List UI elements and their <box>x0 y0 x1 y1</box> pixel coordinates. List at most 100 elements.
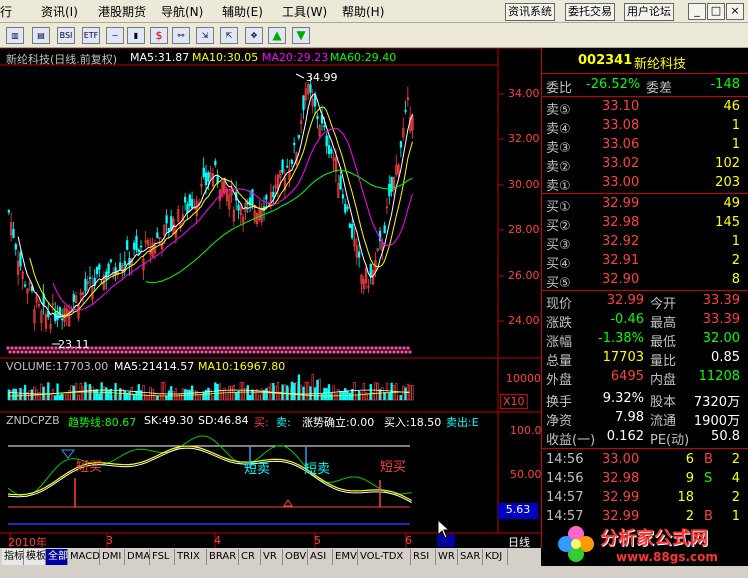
menu-item-info[interactable]: 资讯(I) <box>41 3 78 20</box>
indicator-tab[interactable]: RSI <box>411 549 436 565</box>
signal-dot <box>50 346 54 350</box>
indicator-tab[interactable]: KDJ <box>483 549 508 565</box>
signal-dot <box>406 346 410 350</box>
import-icon[interactable]: ⇲ <box>196 27 214 44</box>
signal-dot <box>128 350 132 354</box>
menu-item-help[interactable]: 帮助(H) <box>342 3 384 20</box>
volume-bar <box>49 394 52 401</box>
buy-level-label: 买④ <box>546 257 571 272</box>
indicator-tab[interactable]: VOL-TDX <box>358 549 411 565</box>
indicator-tab[interactable]: CR <box>239 549 261 565</box>
candle-body <box>207 172 210 182</box>
candle-body <box>316 116 319 120</box>
bar-icon[interactable]: ▮ <box>127 27 145 44</box>
candle-body <box>12 229 15 238</box>
indicator-tab[interactable]: WR <box>436 549 458 565</box>
volume-bar <box>265 388 268 401</box>
signal-dot <box>196 350 200 354</box>
signal-dot <box>10 346 14 350</box>
signal-dot <box>162 346 166 350</box>
signal-dot <box>106 346 110 350</box>
bsi-icon[interactable]: BSI <box>57 27 75 44</box>
maximize-button[interactable]: □ <box>707 3 725 20</box>
indicator-tab[interactable]: ASI <box>308 549 333 565</box>
signal-dot <box>224 350 228 354</box>
volume-bar <box>93 389 96 401</box>
indicator-tab[interactable]: DMA <box>125 549 150 565</box>
indicator-tab[interactable]: 模板 <box>24 549 46 565</box>
bars-icon[interactable]: ▥ <box>6 27 24 44</box>
x-axis-label: 6 <box>405 534 412 547</box>
stat-label: 最低 <box>650 335 677 350</box>
volume-bar <box>353 381 356 401</box>
minimize-button[interactable]: _ <box>688 3 706 20</box>
signal-dot <box>46 346 50 350</box>
chart-icon[interactable]: ▤ <box>32 27 50 44</box>
signal-dot <box>368 350 372 354</box>
menu-item-hang[interactable]: 行 <box>0 3 12 20</box>
watermark-title: 分析家公式网 <box>600 528 708 549</box>
stat-value: 17703 <box>602 350 644 365</box>
indicator-tab[interactable]: EMV <box>333 549 358 565</box>
indicator-tab[interactable]: DMI <box>100 549 125 565</box>
move-icon[interactable]: ✥ <box>245 27 263 44</box>
volume-bar <box>56 383 59 401</box>
menu-item-assist[interactable]: 辅助(E) <box>222 3 263 20</box>
indicator-tab[interactable]: MACD <box>68 549 100 565</box>
indicator-tab[interactable]: OBV <box>283 549 308 565</box>
info-system-button[interactable]: 资讯系统 <box>505 3 555 21</box>
etf-icon[interactable]: ETF <box>82 27 100 44</box>
volume-bar <box>58 394 62 401</box>
stat-value: 33.39 <box>702 312 740 327</box>
indicator-tab[interactable]: VR <box>261 549 283 565</box>
signal-dot <box>130 346 134 350</box>
trade-entrust-button[interactable]: 委托交易 <box>565 3 615 21</box>
signal-dot <box>236 350 240 354</box>
indicator-tab[interactable]: 指标 <box>2 549 24 565</box>
ma60-label: MA60:29.40 <box>330 51 397 64</box>
tick-row: 14:57 32.99 18 2 <box>546 489 744 508</box>
sell-price: 33.06 <box>602 137 640 152</box>
signal-dot <box>148 350 152 354</box>
menu-item-navigate[interactable]: 导航(N) <box>161 3 203 20</box>
signal-dot <box>18 346 22 350</box>
signal-dot <box>264 350 268 354</box>
tick-count: 4 <box>731 471 740 486</box>
indicator-trend: 趋势线:80.67 <box>68 416 137 429</box>
chart-area[interactable]: 新纶科技(日线.前复权) MA5:31.87 MA10:30.05 MA20:2… <box>0 48 549 549</box>
close-button[interactable]: × <box>726 3 744 20</box>
indicator-tab[interactable]: SAR <box>458 549 483 565</box>
signal-dot <box>308 350 312 354</box>
indicator-tab[interactable]: BRAR <box>207 549 239 565</box>
user-forum-button[interactable]: 用户论坛 <box>624 3 674 21</box>
menu-item-tools[interactable]: 工具(W) <box>282 3 327 20</box>
volume-bar <box>130 387 133 401</box>
stat-value: 6495 <box>610 369 644 384</box>
line-icon[interactable]: ~ <box>106 27 124 44</box>
signal-dot <box>20 350 24 354</box>
up-arrow-icon[interactable]: ▲ <box>268 27 286 44</box>
indicator-tab-bar: 指标 模板 全部 MACD DMI DMA FSL TRIX BRAR CR VR OBV ASI EMV… <box>0 548 541 566</box>
signal-dot <box>138 346 142 350</box>
signal-dot <box>376 350 380 354</box>
signal-dot <box>274 346 278 350</box>
buy-row: 买③ 32.92 1 <box>546 233 744 253</box>
indicator-tab[interactable]: TRIX <box>175 549 207 565</box>
indicator-tab[interactable]: 全部 <box>46 549 68 565</box>
volume-bar <box>21 389 24 401</box>
dollar-icon[interactable]: $ <box>150 27 168 44</box>
down-arrow-icon[interactable]: ▼ <box>292 27 310 44</box>
export-icon[interactable]: ⇱ <box>220 27 238 44</box>
volume-bar <box>318 378 321 401</box>
signal-dot <box>320 350 324 354</box>
volume-bar <box>7 389 11 401</box>
watermark-url: www.88gs.com <box>616 550 718 564</box>
link-icon[interactable]: ⚯ <box>172 27 190 44</box>
menu-item-hk-futures[interactable]: 港股期货 <box>98 3 146 20</box>
signal-dot <box>314 346 318 350</box>
candle-body <box>170 216 173 231</box>
signal-dot <box>26 346 30 350</box>
indicator-tab[interactable]: FSL <box>150 549 175 565</box>
price-tick: 24.00 <box>508 314 540 327</box>
stat-label: PE(动) <box>650 433 690 448</box>
